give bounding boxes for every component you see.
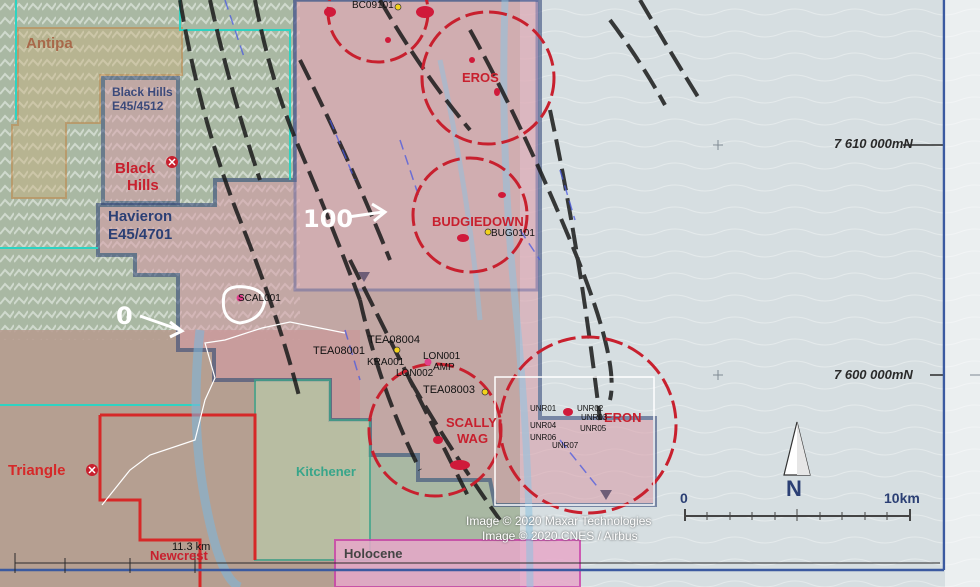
drillhole-label: LON002 [396,368,434,379]
drillhole-label: UNR02 [577,404,604,413]
havieron-target-label: ERON [604,410,642,425]
scally-wag-label-line1: SCALLY [446,415,497,430]
drillhole-label: AMP [433,362,455,373]
drillhole-label: UNR05 [580,424,607,433]
black-hills-tenement-label: Black Hills [112,85,173,99]
scale-bar-start: 0 [680,490,688,506]
drillhole-label: UNR07 [552,441,579,450]
northing-label-2: 7 600 000mN [834,367,913,382]
drillhole-label: LON001 [423,351,461,362]
image-credit-1: Image © 2020 Maxar Technologies [466,514,652,528]
drillhole-label: BUG0101 [491,228,535,239]
annotation-0: 0 [116,302,133,330]
drillhole-label: TEA08003 [423,384,475,396]
north-arrow-icon: N [786,476,802,501]
eros-label: EROS [462,70,499,85]
drillhole-label: TEA08001 [313,345,365,357]
havieron-tenement-label: Havieron [108,208,173,225]
drillhole-label: UNR04 [530,421,557,430]
image-credit-2: Image © 2020 CNES / Airbus [482,529,638,543]
drillhole-label: UNR01 [530,404,557,413]
kitchener-label: Kitchener [296,464,356,479]
measurement-label: 11.3 km [172,541,211,553]
black-hills-prospect-line1: Black [115,160,156,177]
antipa-label: Antipa [26,35,73,52]
drillhole-label: KRA001 [367,357,405,368]
northing-label-1: 7 610 000mN [834,136,913,151]
black-hills-tenement-id: E45/4512 [112,99,164,113]
scally-wag-label-line2: WAG [457,431,489,446]
map-view[interactable]: Antipa Black Hills E45/4512 Havieron E45… [0,0,980,587]
triangle-label: Triangle [8,462,66,479]
budgiedown-label: BUDGIEDOWN [432,214,524,229]
havieron-tenement-id: E45/4701 [108,226,173,243]
drillhole-label: TEA08004 [368,334,420,346]
drillhole-label: SCAL001 [238,293,281,304]
holocene-label: Holocene [344,546,403,561]
black-hills-prospect-line2: Hills [127,177,159,194]
drillhole-label: BC09101 [352,0,394,11]
drillhole-label: UNR03 [581,413,608,422]
scale-bar-end: 10km [884,490,920,506]
annotation-100: 100 [303,205,354,233]
